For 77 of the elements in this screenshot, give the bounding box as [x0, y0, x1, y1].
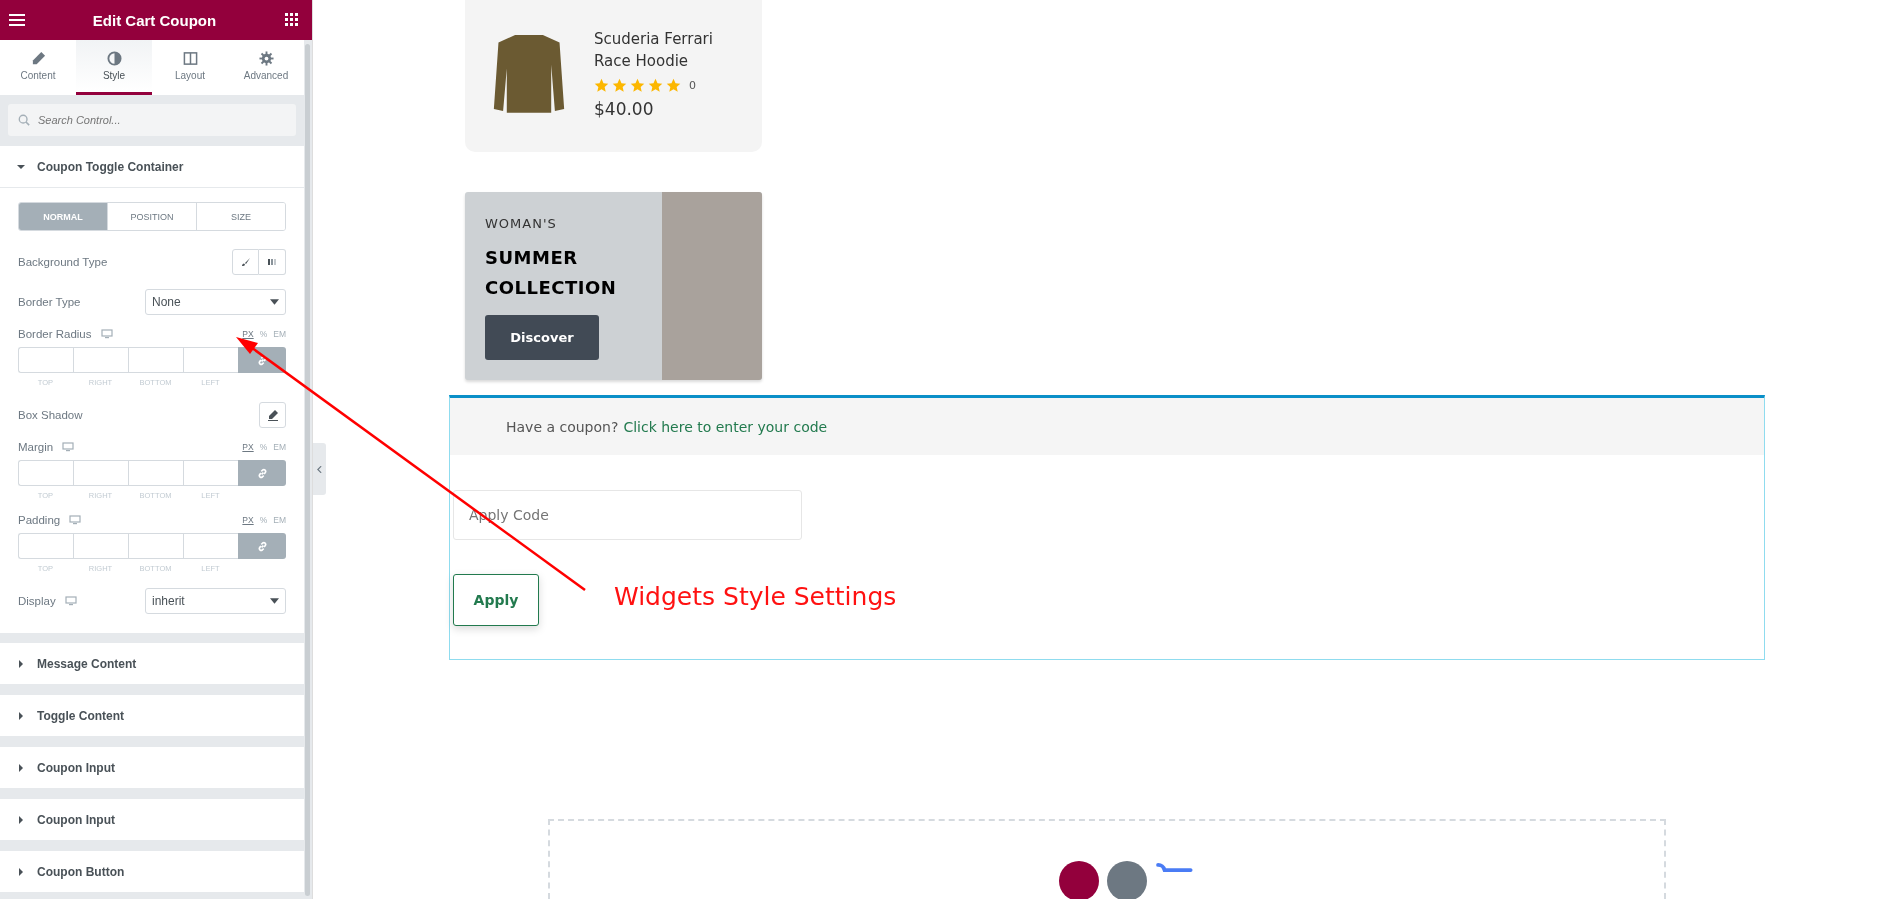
panel-title: Edit Cart Coupon: [92, 11, 217, 29]
control-label: Box Shadow: [18, 409, 83, 421]
panel-tab[interactable]: Style: [76, 40, 152, 95]
dimension-input[interactable]: [128, 533, 183, 559]
collapse-handle[interactable]: [313, 443, 326, 495]
coupon-message: Have a coupon?: [506, 418, 619, 435]
grid-icon[interactable]: [284, 13, 300, 27]
link-icon: [256, 467, 268, 479]
desktop-icon[interactable]: [64, 596, 77, 606]
contrast-icon: [106, 51, 122, 66]
pencil-icon: [30, 51, 46, 66]
edit-button[interactable]: [259, 402, 286, 428]
dimension-input[interactable]: [73, 460, 128, 486]
control-label: Padding: [18, 514, 61, 526]
link-icon: [256, 354, 268, 366]
unit-option[interactable]: PX: [242, 329, 254, 339]
circle-icon[interactable]: [1107, 861, 1147, 899]
dimension-input[interactable]: [18, 533, 73, 559]
dimension-input[interactable]: [73, 533, 128, 559]
control-label: Display: [18, 595, 56, 607]
brush-button[interactable]: [232, 249, 259, 275]
dimension-input[interactable]: [183, 460, 238, 486]
gradient-button[interactable]: [259, 249, 286, 275]
dimension-input[interactable]: [73, 347, 128, 373]
select-field[interactable]: None: [145, 289, 286, 315]
unit-option[interactable]: PX: [242, 442, 254, 452]
dimension-input[interactable]: [183, 347, 238, 373]
gradient-icon: [267, 257, 277, 267]
menu-icon[interactable]: [9, 13, 25, 27]
control-label: Border Radius: [18, 328, 92, 340]
caret-icon: [17, 162, 25, 171]
dimension-input[interactable]: [18, 460, 73, 486]
dimension-input[interactable]: [128, 347, 183, 373]
star-icon: [612, 78, 627, 93]
select-field[interactable]: inherit: [145, 588, 286, 614]
product-price: $40.00: [594, 99, 655, 119]
link-values-button[interactable]: [238, 460, 286, 486]
star-icon: [666, 78, 681, 93]
scrollbar[interactable]: [305, 44, 310, 896]
banner-eyebrow: WOMAN'S: [485, 216, 558, 231]
section-header[interactable]: Coupon Toggle Container: [0, 146, 304, 188]
apply-button[interactable]: Apply: [453, 574, 539, 627]
state-tab[interactable]: SIZE: [196, 203, 285, 230]
star-icon: [594, 78, 609, 93]
banner-heading: SUMMER COLLECTION: [485, 246, 618, 300]
caret-icon: [17, 815, 25, 824]
dimension-input[interactable]: [18, 347, 73, 373]
caret-icon: [17, 763, 25, 772]
control-label: Border Type: [18, 296, 81, 308]
control-label: Margin: [18, 441, 54, 453]
coupon-link[interactable]: Click here to enter your code: [623, 418, 828, 435]
circle-icon[interactable]: [1059, 861, 1099, 899]
product-name[interactable]: Scuderia Ferrari Race Hoodie: [594, 28, 734, 72]
caret-icon: [17, 867, 25, 876]
desktop-icon[interactable]: [100, 329, 113, 339]
desktop-icon[interactable]: [69, 515, 82, 525]
search-icon: [18, 114, 30, 126]
discover-button[interactable]: Discover: [485, 315, 599, 360]
columns-icon: [182, 51, 198, 66]
pencil-icon: [266, 409, 279, 421]
caret-icon: [17, 659, 25, 668]
desktop-icon[interactable]: [62, 442, 75, 452]
dropdown-caret-icon: [270, 299, 279, 305]
unit-option[interactable]: PX: [242, 515, 254, 525]
review-count: 0: [689, 79, 696, 92]
search-field[interactable]: Search Control...: [8, 104, 296, 136]
gear-icon: [258, 51, 274, 66]
caret-icon: [17, 711, 25, 720]
dimension-input[interactable]: [183, 533, 238, 559]
dimension-input[interactable]: [128, 460, 183, 486]
link-values-button[interactable]: [238, 533, 286, 559]
control-label: Background Type: [18, 256, 108, 268]
link-icon: [256, 540, 268, 552]
star-icon: [648, 78, 663, 93]
star-icon: [630, 78, 645, 93]
annotation-text: Widgets Style Settings: [614, 582, 897, 611]
dropdown-caret-icon: [270, 598, 279, 604]
